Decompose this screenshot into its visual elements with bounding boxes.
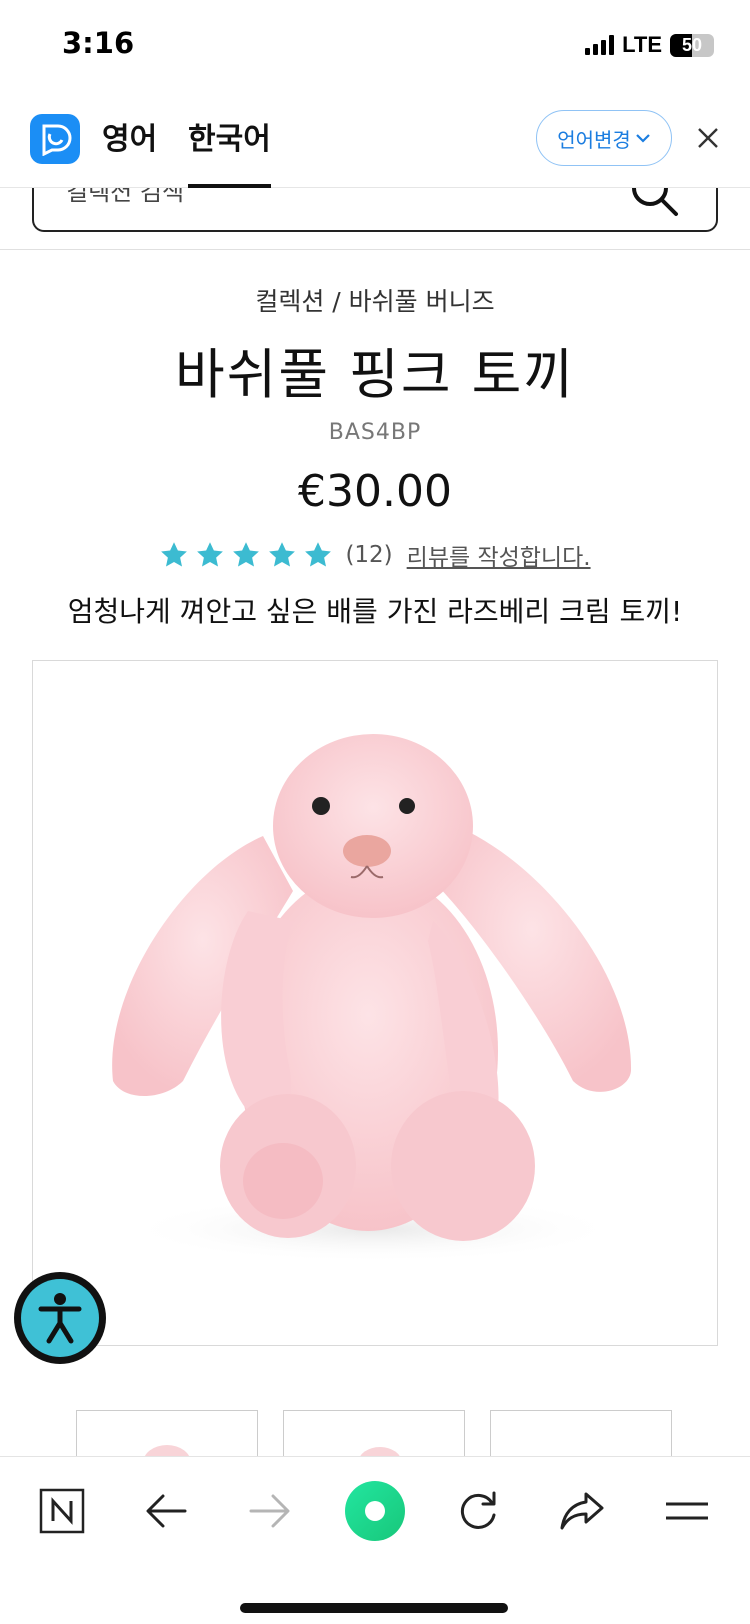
reload-icon: [460, 1491, 496, 1529]
star-icon: [197, 542, 224, 567]
arrow-right-icon: [249, 1494, 290, 1528]
battery-level: 50: [681, 34, 703, 55]
forward-button[interactable]: [238, 1479, 302, 1543]
tab-korean[interactable]: 한국어: [188, 114, 271, 188]
green-dot-icon: [345, 1481, 405, 1541]
status-bar: 3:16 LTE 50: [0, 0, 750, 92]
n-logo-icon: [39, 1488, 85, 1534]
tab-english[interactable]: 영어: [102, 114, 157, 188]
product-title: 바쉬풀 핑크 토끼: [174, 343, 576, 406]
papago-logo-icon[interactable]: [30, 114, 80, 164]
product-tagline: 엄청나게 껴안고 싶은 배를 가진 라즈베리 크림 토끼!: [67, 595, 683, 628]
accessibility-button[interactable]: [14, 1272, 106, 1364]
green-dot-button[interactable]: [343, 1479, 407, 1543]
rating-row: (12) 리뷰를 작성합니다.: [0, 538, 750, 572]
naver-home-button[interactable]: [30, 1479, 94, 1543]
star-icon: [233, 542, 260, 567]
arrow-left-icon: [146, 1494, 187, 1528]
reload-button[interactable]: [446, 1479, 510, 1543]
network-type: LTE: [622, 32, 662, 57]
rating-stars: [159, 540, 333, 570]
change-language-label: 언어변경: [557, 127, 631, 152]
hamburger-icon: [666, 1502, 708, 1520]
pink-bunny-image: [112, 734, 632, 1263]
star-icon: [161, 542, 188, 567]
close-icon[interactable]: [690, 120, 726, 156]
status-indicators: LTE 50: [585, 32, 714, 58]
product-image[interactable]: [32, 660, 718, 1346]
battery-icon: 50: [670, 33, 714, 57]
chevron-down-icon: [636, 134, 650, 143]
translate-bar: 영어 한국어 언어변경: [0, 92, 750, 188]
home-indicator: [240, 1603, 508, 1613]
accessibility-person-icon: [38, 1293, 82, 1344]
signal-icon: [585, 35, 615, 55]
product-sku: BAS4BP: [328, 420, 422, 445]
back-button[interactable]: [134, 1479, 198, 1543]
share-button[interactable]: [550, 1479, 614, 1543]
star-icon: [305, 542, 332, 567]
divider: [0, 249, 750, 250]
share-icon: [560, 1492, 604, 1530]
product-price: €30.00: [298, 466, 452, 517]
rating-count: (12): [345, 542, 393, 568]
menu-button[interactable]: [655, 1479, 719, 1543]
star-icon: [269, 542, 296, 567]
change-language-button[interactable]: 언어변경: [536, 110, 672, 166]
status-time: 3:16: [62, 26, 135, 60]
write-review-link[interactable]: 리뷰를 작성합니다.: [407, 538, 591, 572]
browser-toolbar: [0, 1456, 750, 1624]
breadcrumb[interactable]: 컬렉션 / 바쉬풀 버니즈: [0, 282, 750, 318]
